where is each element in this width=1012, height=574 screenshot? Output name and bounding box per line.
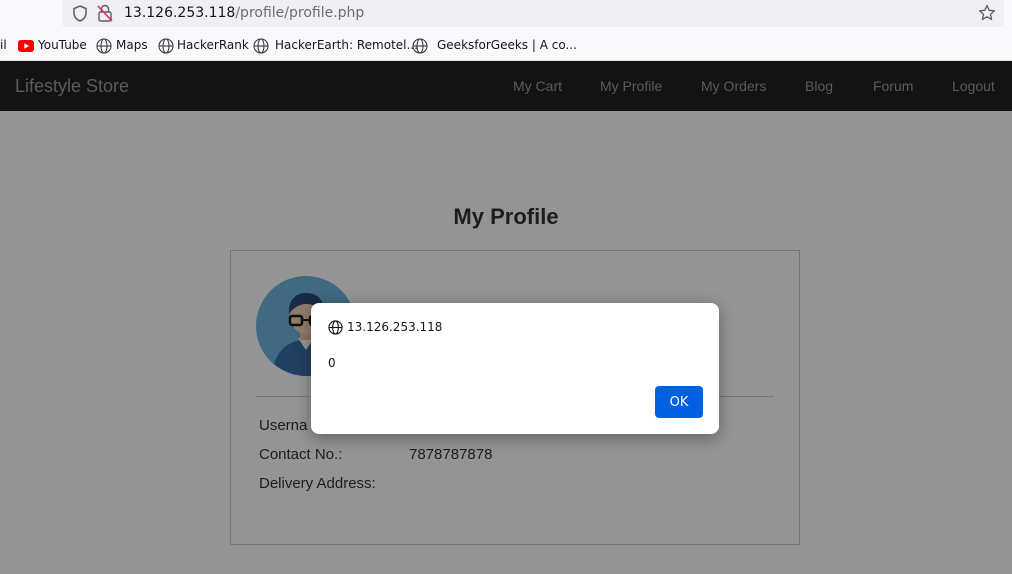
bookmark-hackerearth[interactable]: HackerEarth: Remotel... (275, 38, 418, 52)
browser-toolbar: 13.126.253.118/profile/profile.php (0, 0, 1012, 30)
youtube-icon (18, 40, 34, 52)
url-path: /profile/profile.php (235, 5, 365, 21)
bookmark-hackerrank[interactable]: HackerRank (177, 38, 249, 52)
ok-button[interactable]: OK (655, 386, 703, 418)
url-text[interactable]: 13.126.253.118/profile/profile.php (124, 5, 364, 21)
globe-icon (96, 38, 112, 54)
star-bookmark-icon[interactable] (978, 4, 996, 22)
globe-icon (158, 38, 174, 54)
globe-icon (328, 320, 343, 335)
insecure-lock-icon[interactable] (97, 4, 113, 22)
globe-icon (412, 38, 428, 54)
bookmark-maps[interactable]: Maps (116, 38, 148, 52)
url-host: 13.126.253.118 (124, 5, 236, 21)
bookmark-youtube[interactable]: YouTube (38, 38, 87, 52)
globe-icon (253, 38, 269, 54)
alert-dialog: 13.126.253.118 0 OK (311, 303, 719, 434)
shield-icon[interactable] (72, 5, 88, 22)
dialog-message: 0 (328, 356, 336, 370)
bookmark-geeksforgeeks[interactable]: GeeksforGeeks | A co... (437, 38, 577, 52)
bookmarks-bar: il YouTube Maps HackerRank HackerEarth: … (0, 30, 1012, 61)
bookmark-gmail[interactable]: il (0, 38, 7, 52)
address-bar[interactable]: 13.126.253.118/profile/profile.php (62, 0, 1004, 27)
dialog-origin: 13.126.253.118 (347, 320, 443, 334)
